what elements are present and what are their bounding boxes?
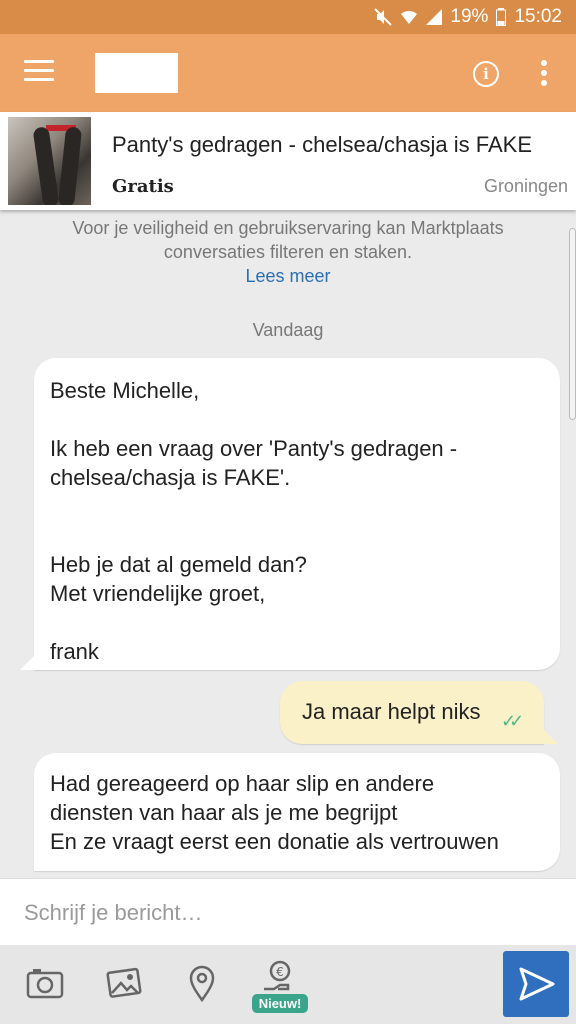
message-text: Beste Michelle, Ik heb een vraag over 'P… xyxy=(50,378,458,664)
message-text: Had gereageerd op haar slip en andere di… xyxy=(50,771,499,854)
message-text: Ja maar helpt niks xyxy=(302,699,481,724)
menu-icon[interactable] xyxy=(24,60,54,84)
status-bar: 19% 15:02 xyxy=(0,0,576,34)
wifi-icon xyxy=(401,10,418,24)
listing-thumbnail xyxy=(8,117,91,205)
day-separator: Vandaag xyxy=(252,320,324,340)
svg-text:€: € xyxy=(276,965,284,979)
listing-title: Panty's gedragen - chelsea/chasja is FAK… xyxy=(112,132,532,157)
listing-price: Gratis xyxy=(112,176,174,197)
incoming-message: Had gereageerd op haar slip en andere di… xyxy=(34,753,560,871)
new-badge: Nieuw! xyxy=(252,994,308,1013)
mute-icon xyxy=(374,8,393,26)
outgoing-message: Ja maar helpt niks ✓✓ xyxy=(280,681,558,744)
gallery-icon[interactable] xyxy=(103,963,143,1003)
battery-icon xyxy=(496,8,507,26)
double-check-icon: ✓✓ xyxy=(501,711,524,731)
signal-icon xyxy=(426,9,443,25)
send-icon xyxy=(519,967,555,1001)
more-vert-icon[interactable] xyxy=(541,60,547,90)
payment-request-icon[interactable]: € xyxy=(260,959,300,999)
battery-percent: 19% xyxy=(450,6,489,27)
message-composer xyxy=(0,878,576,945)
incoming-message: Beste Michelle, Ik heb een vraag over 'P… xyxy=(20,358,560,670)
app-bar: i xyxy=(0,34,576,112)
message-input[interactable] xyxy=(22,893,546,933)
logo-placeholder xyxy=(95,53,178,93)
read-more-link[interactable]: Lees meer xyxy=(0,266,576,287)
clock: 15:02 xyxy=(514,6,562,27)
listing-location: Groningen xyxy=(483,176,568,196)
status-right: 19% 15:02 xyxy=(374,6,562,28)
camera-icon[interactable] xyxy=(25,963,65,1003)
info-icon[interactable]: i xyxy=(473,61,499,87)
listing-header[interactable]: Panty's gedragen - chelsea/chasja is FAK… xyxy=(0,112,576,210)
send-button[interactable] xyxy=(503,951,569,1017)
location-pin-icon[interactable] xyxy=(182,963,222,1003)
safety-notice: Voor je veiligheid en gebruikservaring k… xyxy=(72,218,504,262)
